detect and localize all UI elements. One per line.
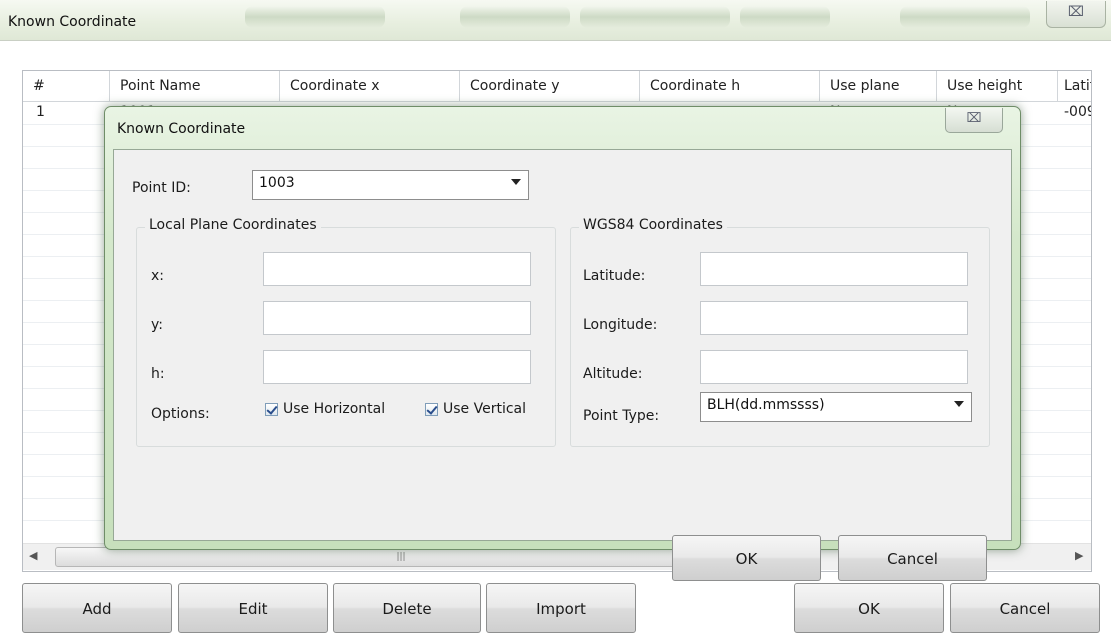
known-coordinate-dialog: Known Coordinate ⌧ Point ID: 1003 Local … xyxy=(104,106,1021,581)
scroll-right-icon[interactable]: ▶ xyxy=(1075,549,1083,562)
close-icon: ⌧ xyxy=(1067,4,1085,20)
options-label: Options: xyxy=(151,406,210,422)
scrollbar-thumb[interactable]: ||| xyxy=(55,547,747,567)
outer-titlebar: Known Coordinate ⌧ xyxy=(0,0,1111,40)
point-type-label: Point Type: xyxy=(583,408,660,424)
use-horizontal-label: Use Horizontal xyxy=(283,401,386,417)
dialog-close-button[interactable]: ⌧ xyxy=(945,108,1003,133)
row-index: 1 xyxy=(36,104,45,120)
titlebar-reflection xyxy=(460,6,570,28)
use-horizontal-checkbox[interactable]: Use Horizontal xyxy=(265,401,385,417)
titlebar-reflection xyxy=(245,6,385,28)
wgs84-group-title: WGS84 Coordinates xyxy=(579,217,727,233)
column-header-coordinate-h[interactable]: Coordinate h xyxy=(640,71,820,101)
latitude-field[interactable] xyxy=(700,252,968,286)
point-id-label: Point ID: xyxy=(132,180,191,196)
y-label: y: xyxy=(151,317,163,333)
column-header-coordinate-x[interactable]: Coordinate x xyxy=(280,71,460,101)
checkbox-checked-icon[interactable] xyxy=(265,402,278,416)
delete-button[interactable]: Delete xyxy=(333,583,481,633)
h-field[interactable] xyxy=(263,350,531,384)
add-button[interactable]: Add xyxy=(22,583,172,633)
table-header: # Point Name Coordinate x Coordinate y C… xyxy=(23,71,1091,102)
y-field[interactable] xyxy=(263,301,531,335)
grip-icon: ||| xyxy=(396,552,406,562)
x-field[interactable] xyxy=(263,252,531,286)
import-button[interactable]: Import xyxy=(486,583,636,633)
row-latitude: -009 xyxy=(1064,104,1091,120)
column-header-index[interactable]: # xyxy=(23,71,110,101)
titlebar-reflection xyxy=(900,6,1030,28)
longitude-label: Longitude: xyxy=(583,317,658,333)
longitude-field[interactable] xyxy=(700,301,968,335)
latitude-label: Latitude: xyxy=(583,268,646,284)
point-id-select[interactable]: 1003 xyxy=(252,170,529,200)
window-title: Known Coordinate xyxy=(8,14,137,30)
point-id-value: 1003 xyxy=(259,175,295,191)
column-header-use-plane[interactable]: Use plane xyxy=(820,71,937,101)
point-type-select[interactable]: BLH(dd.mmssss) xyxy=(700,392,972,422)
outer-cancel-button[interactable]: Cancel xyxy=(950,583,1100,633)
column-header-point-name[interactable]: Point Name xyxy=(110,71,280,101)
column-header-latitude[interactable]: Latit xyxy=(1058,71,1091,101)
dialog-client: Point ID: 1003 Local Plane Coordinates x… xyxy=(113,149,1012,541)
chevron-down-icon xyxy=(511,179,521,185)
dialog-title: Known Coordinate xyxy=(117,121,246,137)
scroll-left-icon[interactable]: ◀ xyxy=(29,549,37,562)
titlebar-divider xyxy=(0,40,1111,41)
window-close-button[interactable]: ⌧ xyxy=(1046,1,1106,28)
column-header-coordinate-y[interactable]: Coordinate y xyxy=(460,71,640,101)
use-vertical-checkbox[interactable]: Use Vertical xyxy=(425,401,526,417)
close-icon: ⌧ xyxy=(966,111,982,126)
outer-ok-button[interactable]: OK xyxy=(794,583,944,633)
use-vertical-label: Use Vertical xyxy=(443,401,527,417)
titlebar-reflection xyxy=(740,6,830,28)
point-type-value: BLH(dd.mmssss) xyxy=(707,397,825,413)
local-plane-group-title: Local Plane Coordinates xyxy=(145,217,321,233)
edit-button[interactable]: Edit xyxy=(178,583,328,633)
dialog-cancel-button[interactable]: Cancel xyxy=(838,535,987,581)
h-label: h: xyxy=(151,366,165,382)
dialog-ok-button[interactable]: OK xyxy=(672,535,821,581)
altitude-field[interactable] xyxy=(700,350,968,384)
column-header-use-height[interactable]: Use height xyxy=(937,71,1058,101)
titlebar-reflection xyxy=(580,6,730,28)
chevron-down-icon xyxy=(954,401,964,407)
checkbox-checked-icon[interactable] xyxy=(425,402,438,416)
altitude-label: Altitude: xyxy=(583,366,643,382)
x-label: x: xyxy=(151,268,165,284)
